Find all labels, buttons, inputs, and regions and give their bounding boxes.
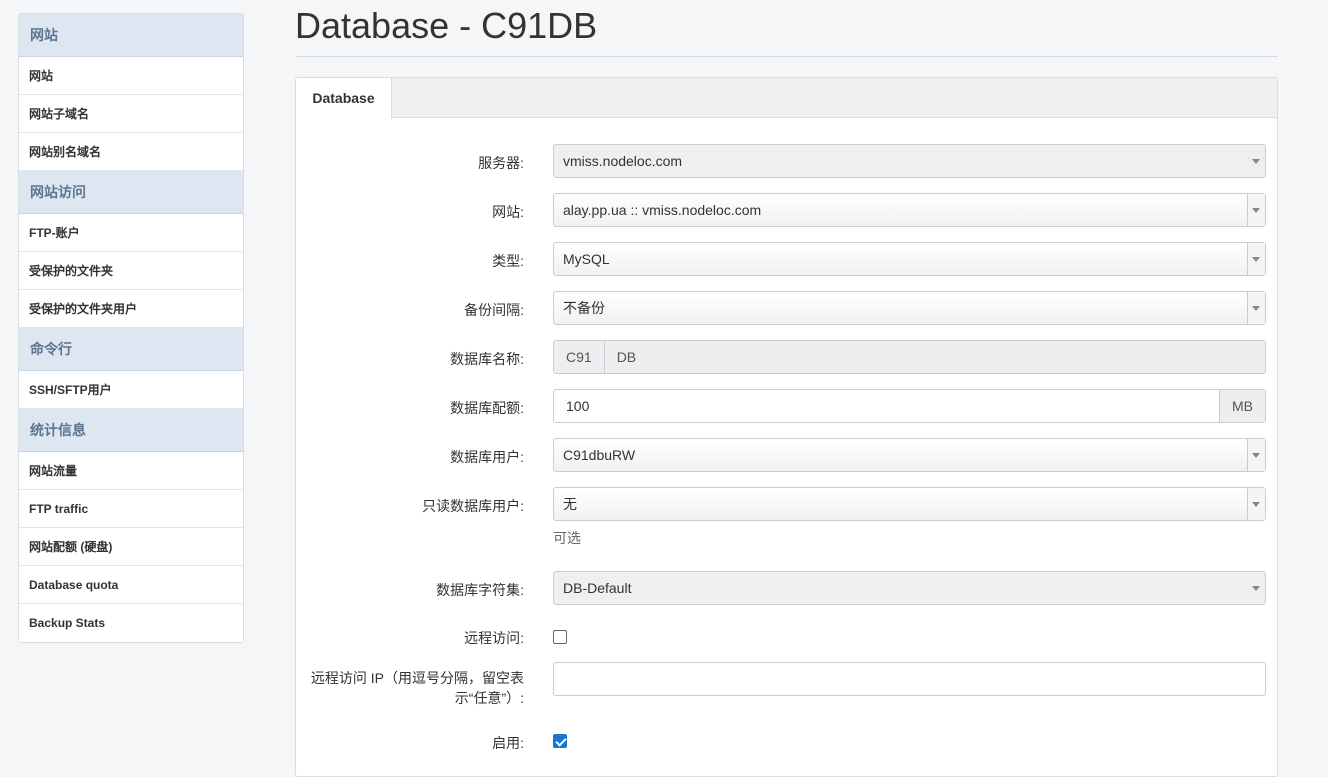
- dropdown-toggle[interactable]: [1247, 439, 1265, 471]
- ro-user-value: 无: [563, 496, 577, 512]
- remote-access-checkbox[interactable]: [553, 630, 567, 644]
- remote-ip-label-line1: 远程访问 IP（用逗号分隔，留空表: [310, 670, 524, 686]
- remote-ip-input[interactable]: [553, 662, 1266, 696]
- chevron-down-icon: [1252, 159, 1260, 164]
- type-select[interactable]: MySQL: [553, 242, 1266, 276]
- ro-user-help: 可选: [553, 530, 581, 546]
- server-label: 服务器:: [478, 155, 524, 171]
- db-user-select[interactable]: C91dbuRW: [553, 438, 1266, 472]
- sidebar-item-website[interactable]: 网站: [19, 57, 243, 95]
- chevron-down-icon: [1252, 257, 1260, 262]
- server-value: vmiss.nodeloc.com: [563, 153, 683, 169]
- remote-access-label: 远程访问:: [464, 630, 524, 646]
- sidebar-item-ftp-account[interactable]: FTP-账户: [19, 214, 243, 252]
- db-name-prefix: C91: [554, 341, 605, 373]
- website-label: 网站:: [492, 204, 524, 220]
- dropdown-toggle[interactable]: [1247, 243, 1265, 275]
- db-quota-group: 100 MB: [553, 389, 1266, 423]
- db-quota-label: 数据库配额:: [450, 400, 524, 416]
- type-label: 类型:: [492, 253, 524, 269]
- website-value: alay.pp.ua :: vmiss.nodeloc.com: [563, 202, 762, 218]
- db-name-label: 数据库名称:: [450, 351, 524, 367]
- db-user-label: 数据库用户:: [450, 449, 524, 465]
- dropdown-toggle[interactable]: [1247, 488, 1265, 520]
- database-panel: Database 服务器: vmiss.nodeloc.com 网站: alay…: [295, 77, 1278, 777]
- website-select[interactable]: alay.pp.ua :: vmiss.nodeloc.com: [553, 193, 1266, 227]
- chevron-down-icon: [1252, 208, 1260, 213]
- db-name-group: C91 DB: [553, 340, 1266, 374]
- tab-database[interactable]: Database: [296, 78, 392, 119]
- enabled-checkbox[interactable]: [553, 734, 567, 748]
- sidebar-section-website: 网站: [19, 14, 243, 57]
- charset-label: 数据库字符集:: [436, 582, 524, 598]
- page-title: Database - C91DB: [295, 0, 1278, 57]
- ro-user-label: 只读数据库用户:: [422, 498, 524, 514]
- sidebar-item-alias-domain[interactable]: 网站别名域名: [19, 133, 243, 171]
- backup-interval-label: 备份间隔:: [464, 302, 524, 318]
- ro-user-select[interactable]: 无: [553, 487, 1266, 521]
- db-quota-input[interactable]: 100: [554, 390, 1219, 422]
- main-content: Database - C91DB Database 服务器: vmiss.nod…: [295, 0, 1278, 777]
- sidebar-item-web-quota[interactable]: 网站配额 (硬盘): [19, 528, 243, 566]
- sidebar-section-statistics: 统计信息: [19, 409, 243, 452]
- backup-interval-select[interactable]: 不备份: [553, 291, 1266, 325]
- charset-value: DB-Default: [563, 580, 632, 596]
- charset-select[interactable]: DB-Default: [553, 571, 1266, 605]
- backup-interval-value: 不备份: [563, 300, 605, 316]
- sidebar: 网站 网站 网站子域名 网站别名域名 网站访问 FTP-账户 受保护的文件夹 受…: [18, 13, 244, 643]
- server-select[interactable]: vmiss.nodeloc.com: [553, 144, 1266, 178]
- dropdown-toggle[interactable]: [1247, 194, 1265, 226]
- tab-bar: Database: [296, 78, 1277, 119]
- chevron-down-icon: [1252, 306, 1260, 311]
- dropdown-toggle[interactable]: [1247, 292, 1265, 324]
- sidebar-item-subdomain[interactable]: 网站子域名: [19, 95, 243, 133]
- enabled-label: 启用:: [492, 735, 524, 751]
- db-quota-unit: MB: [1219, 390, 1265, 422]
- sidebar-section-website-access: 网站访问: [19, 171, 243, 214]
- chevron-down-icon: [1252, 586, 1260, 591]
- sidebar-section-command-line: 命令行: [19, 328, 243, 371]
- sidebar-item-ftp-traffic[interactable]: FTP traffic: [19, 490, 243, 528]
- sidebar-item-protected-folder-user[interactable]: 受保护的文件夹用户: [19, 290, 243, 328]
- chevron-down-icon: [1252, 453, 1260, 458]
- sidebar-item-database-quota[interactable]: Database quota: [19, 566, 243, 604]
- sidebar-item-web-traffic[interactable]: 网站流量: [19, 452, 243, 490]
- chevron-down-icon: [1252, 502, 1260, 507]
- sidebar-item-backup-stats[interactable]: Backup Stats: [19, 604, 243, 642]
- remote-ip-label-line2: 示“任意”）:: [454, 690, 524, 706]
- type-value: MySQL: [563, 251, 610, 267]
- sidebar-item-protected-folder[interactable]: 受保护的文件夹: [19, 252, 243, 290]
- remote-ip-label: 远程访问 IP（用逗号分隔，留空表 示“任意”）:: [284, 668, 524, 708]
- db-name-input: DB: [604, 341, 1265, 373]
- sidebar-item-ssh-user[interactable]: SSH/SFTP用户: [19, 371, 243, 409]
- db-user-value: C91dbuRW: [563, 447, 636, 463]
